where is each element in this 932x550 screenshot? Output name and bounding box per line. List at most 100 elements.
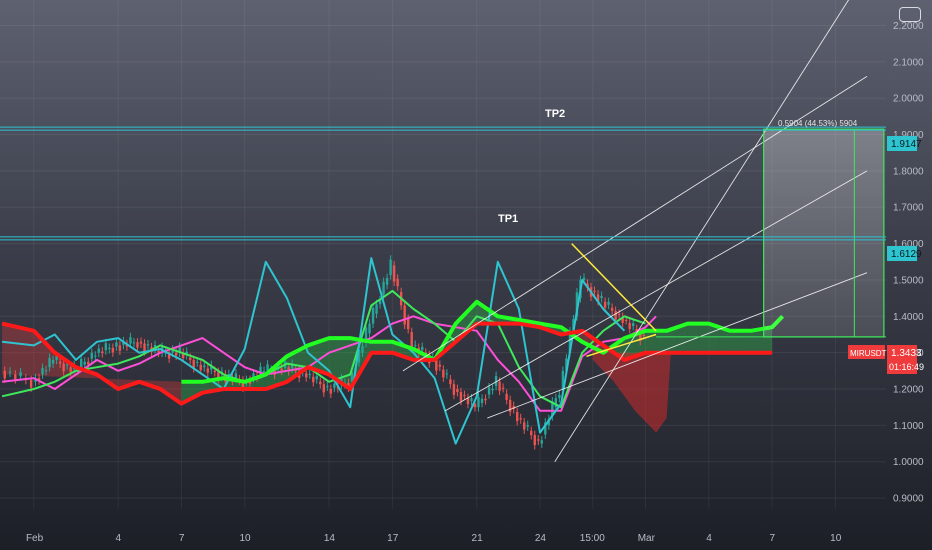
y-tick-label: 2.0000 — [893, 94, 924, 105]
target-levels[interactable] — [0, 126, 886, 241]
candle-body — [403, 305, 406, 325]
candle-body — [523, 422, 526, 430]
candle-body — [484, 398, 487, 401]
candle-body — [312, 376, 315, 383]
candle-body — [498, 381, 501, 391]
current-price-label: 1.3433 01:16:49 — [887, 345, 924, 374]
ichimoku-cloud — [2, 301, 773, 433]
x-tick-label: 7 — [769, 533, 775, 544]
candle-body — [593, 290, 596, 292]
x-tick-label: 4 — [116, 533, 122, 544]
candle-body — [396, 278, 399, 287]
candle-body — [94, 355, 97, 357]
candle-body — [280, 368, 283, 371]
candle-body — [466, 398, 470, 405]
x-tick-label: Feb — [26, 533, 44, 544]
candle-body — [624, 319, 628, 321]
price-chart[interactable]: TP2 TP1 0.5904 (44.53%) 5904 0.9000 1.000… — [0, 0, 932, 550]
candle-body — [199, 364, 202, 371]
candle-body — [368, 323, 371, 334]
candle-body — [206, 368, 209, 373]
candle-body — [642, 335, 645, 337]
fullscreen-toggle-button[interactable] — [899, 7, 921, 22]
cloud-segment — [740, 330, 751, 353]
tp1-annotation: TP1 — [498, 213, 518, 225]
candle-body — [44, 370, 48, 372]
candle-body — [491, 388, 494, 391]
candle-body — [132, 342, 136, 344]
x-tick-label: 4 — [706, 533, 712, 544]
candle-body — [97, 348, 100, 353]
candle-body — [262, 370, 266, 373]
candle-body — [406, 318, 410, 330]
candle-body — [51, 359, 55, 364]
candle-body — [607, 302, 610, 305]
time-axis[interactable]: Feb 4 7 10 14 17 21 24 15:00 Mar 4 7 10 — [26, 533, 842, 544]
candle-body — [101, 351, 104, 354]
candle-body — [501, 387, 505, 389]
y-tick-label: 0.9000 — [893, 494, 924, 505]
candle-body — [410, 332, 413, 349]
candle-body — [361, 345, 364, 353]
candle-body — [505, 393, 508, 400]
price-axis[interactable]: 0.90001.00001.10001.20001.30001.40001.50… — [893, 21, 924, 505]
candle-body — [83, 361, 86, 365]
candle-body — [139, 341, 143, 344]
candle-body — [322, 384, 326, 393]
candle-body — [111, 347, 115, 353]
candle-body — [104, 343, 108, 351]
candle-body — [375, 304, 378, 314]
candle-body — [603, 301, 607, 308]
candle-body — [414, 344, 417, 346]
candle-body — [189, 357, 192, 360]
y-tick-label: 1.1000 — [893, 421, 924, 432]
candle-body — [196, 361, 199, 363]
candle-body — [90, 352, 93, 359]
x-tick-label: 21 — [472, 533, 484, 544]
candle-body — [108, 347, 111, 350]
candle-body — [438, 364, 442, 367]
y-tick-label: 1.8000 — [893, 166, 924, 177]
candle-body — [526, 425, 529, 427]
candle-body — [58, 361, 62, 364]
y-tick-label: 2.1000 — [893, 57, 924, 68]
candle-body — [333, 383, 336, 388]
candle-body — [118, 345, 122, 351]
candle-body — [421, 346, 424, 351]
candle-body — [382, 281, 385, 295]
x-tick-label: Mar — [638, 533, 656, 544]
candle-body — [385, 278, 389, 285]
y-tick-label: 2.2000 — [893, 21, 924, 32]
x-tick-label: 17 — [387, 533, 399, 544]
candle-body — [136, 342, 139, 348]
candle-body — [449, 379, 452, 385]
candle-body — [143, 343, 146, 352]
candle-body — [610, 307, 614, 311]
candle-body — [442, 369, 445, 378]
current-price-text: 1.3433 — [891, 348, 922, 359]
candle-body — [389, 259, 392, 276]
cloud-segment — [729, 330, 741, 353]
x-tick-label: 10 — [240, 533, 252, 544]
countdown-text: 01:16:49 — [889, 362, 924, 372]
tp1-price-label: 1.6129 — [887, 246, 922, 261]
candle-body — [41, 367, 44, 375]
y-tick-label: 1.7000 — [893, 203, 924, 214]
cloud-segment — [645, 330, 657, 353]
candle-body — [614, 310, 617, 320]
candle-body — [48, 357, 51, 368]
candle-body — [87, 361, 90, 365]
tp2-price-text: 1.9147 — [891, 139, 922, 150]
candle-body — [371, 308, 375, 324]
candle-body — [115, 342, 118, 347]
candle-body — [14, 374, 17, 380]
candle-body — [174, 352, 178, 356]
candle-body — [480, 398, 484, 403]
candle-body — [519, 418, 522, 420]
candle-body — [203, 365, 206, 368]
candle-body — [65, 364, 69, 366]
candle-body — [456, 389, 459, 393]
triangle-upper-line — [571, 243, 657, 332]
candle-body — [69, 367, 72, 372]
candle-body — [80, 358, 83, 368]
